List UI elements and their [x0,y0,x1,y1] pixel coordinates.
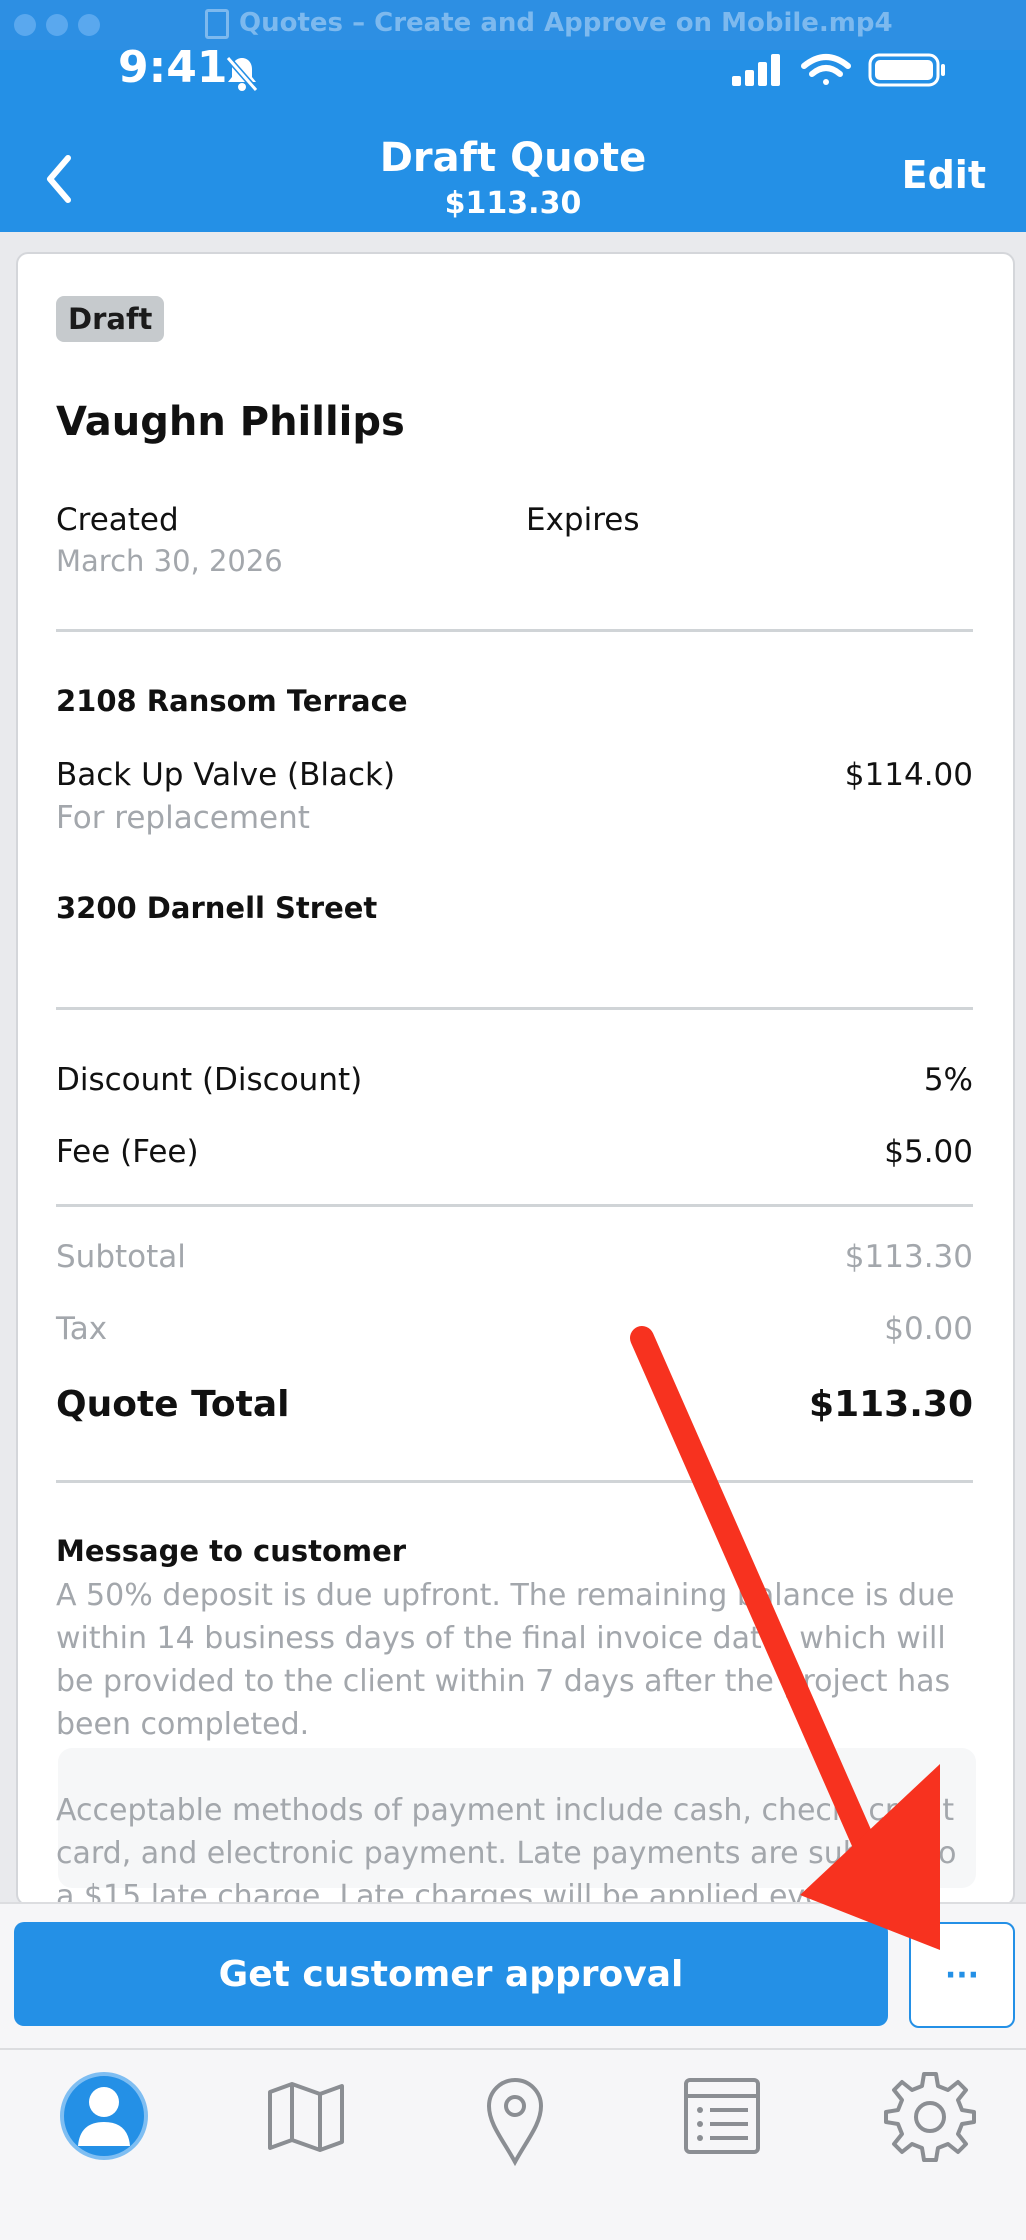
edit-button[interactable]: Edit [902,153,986,197]
message-heading: Message to customer [56,1534,407,1568]
quote-total-value: $113.30 [809,1384,973,1425]
window-zoom-dot[interactable] [78,14,100,36]
map-icon[interactable] [256,2066,356,2166]
message-paragraph: Acceptable methods of payment include ca… [56,1793,957,1906]
action-bar: Get customer approval ··· [0,1902,1026,2050]
line-item-name[interactable]: Back Up Valve (Black) [56,757,395,793]
fee-label: Fee (Fee) [56,1134,199,1170]
line-item-price: $114.00 [844,757,973,793]
app-header: 9:41 Draft Quote $113.30 Edit [0,42,1026,232]
signal-icon [732,54,780,86]
created-label: Created [56,502,179,538]
property-address: 2108 Ransom Terrace [56,684,408,718]
subtotal-value: $113.30 [844,1239,973,1275]
status-indicators [732,53,945,87]
get-customer-approval-button[interactable]: Get customer approval [14,1922,888,2026]
divider [56,1204,973,1207]
more-actions-button[interactable]: ··· [909,1922,1015,2028]
quote-total-label: Quote Total [56,1384,290,1425]
discount-label: Discount (Discount) [56,1062,363,1098]
document-icon [205,8,229,39]
battery-icon [868,53,945,87]
fee-value: $5.00 [884,1134,973,1170]
created-date: March 30, 2026 [56,544,283,578]
page-subtitle-total: $113.30 [444,186,582,221]
list-icon[interactable] [672,2066,772,2166]
window-minimize-dot[interactable] [46,14,68,36]
wifi-icon [801,54,851,85]
window-close-dot[interactable] [14,14,36,36]
bottom-tab-bar [0,2048,1026,2240]
discount-value: 5% [923,1062,973,1098]
divider [56,629,973,632]
divider [56,1007,973,1010]
page-title: Draft Quote [379,135,647,181]
line-item-description: For replacement [56,800,310,836]
property-address: 3200 Darnell Street [56,891,378,925]
tax-value: $0.00 [884,1311,973,1347]
silent-bell-icon [225,56,259,92]
expires-label: Expires [526,502,640,538]
tax-label: Tax [56,1311,108,1347]
status-time: 9:41 [118,42,228,93]
location-pin-icon[interactable] [465,2066,565,2166]
client-name[interactable]: Vaughn Phillips [56,399,405,445]
window-title: Quotes – Create and Approve on Mobile.mp… [205,8,893,39]
divider [56,1480,973,1483]
subtotal-label: Subtotal [56,1239,186,1275]
message-paragraph: A 50% deposit is due upfront. The remain… [56,1578,955,1742]
profile-icon[interactable] [54,2066,154,2166]
status-badge: Draft [56,296,165,342]
settings-gear-icon[interactable] [880,2066,980,2166]
quote-card: Draft Vaughn Phillips Created March 30, … [16,252,1015,1906]
